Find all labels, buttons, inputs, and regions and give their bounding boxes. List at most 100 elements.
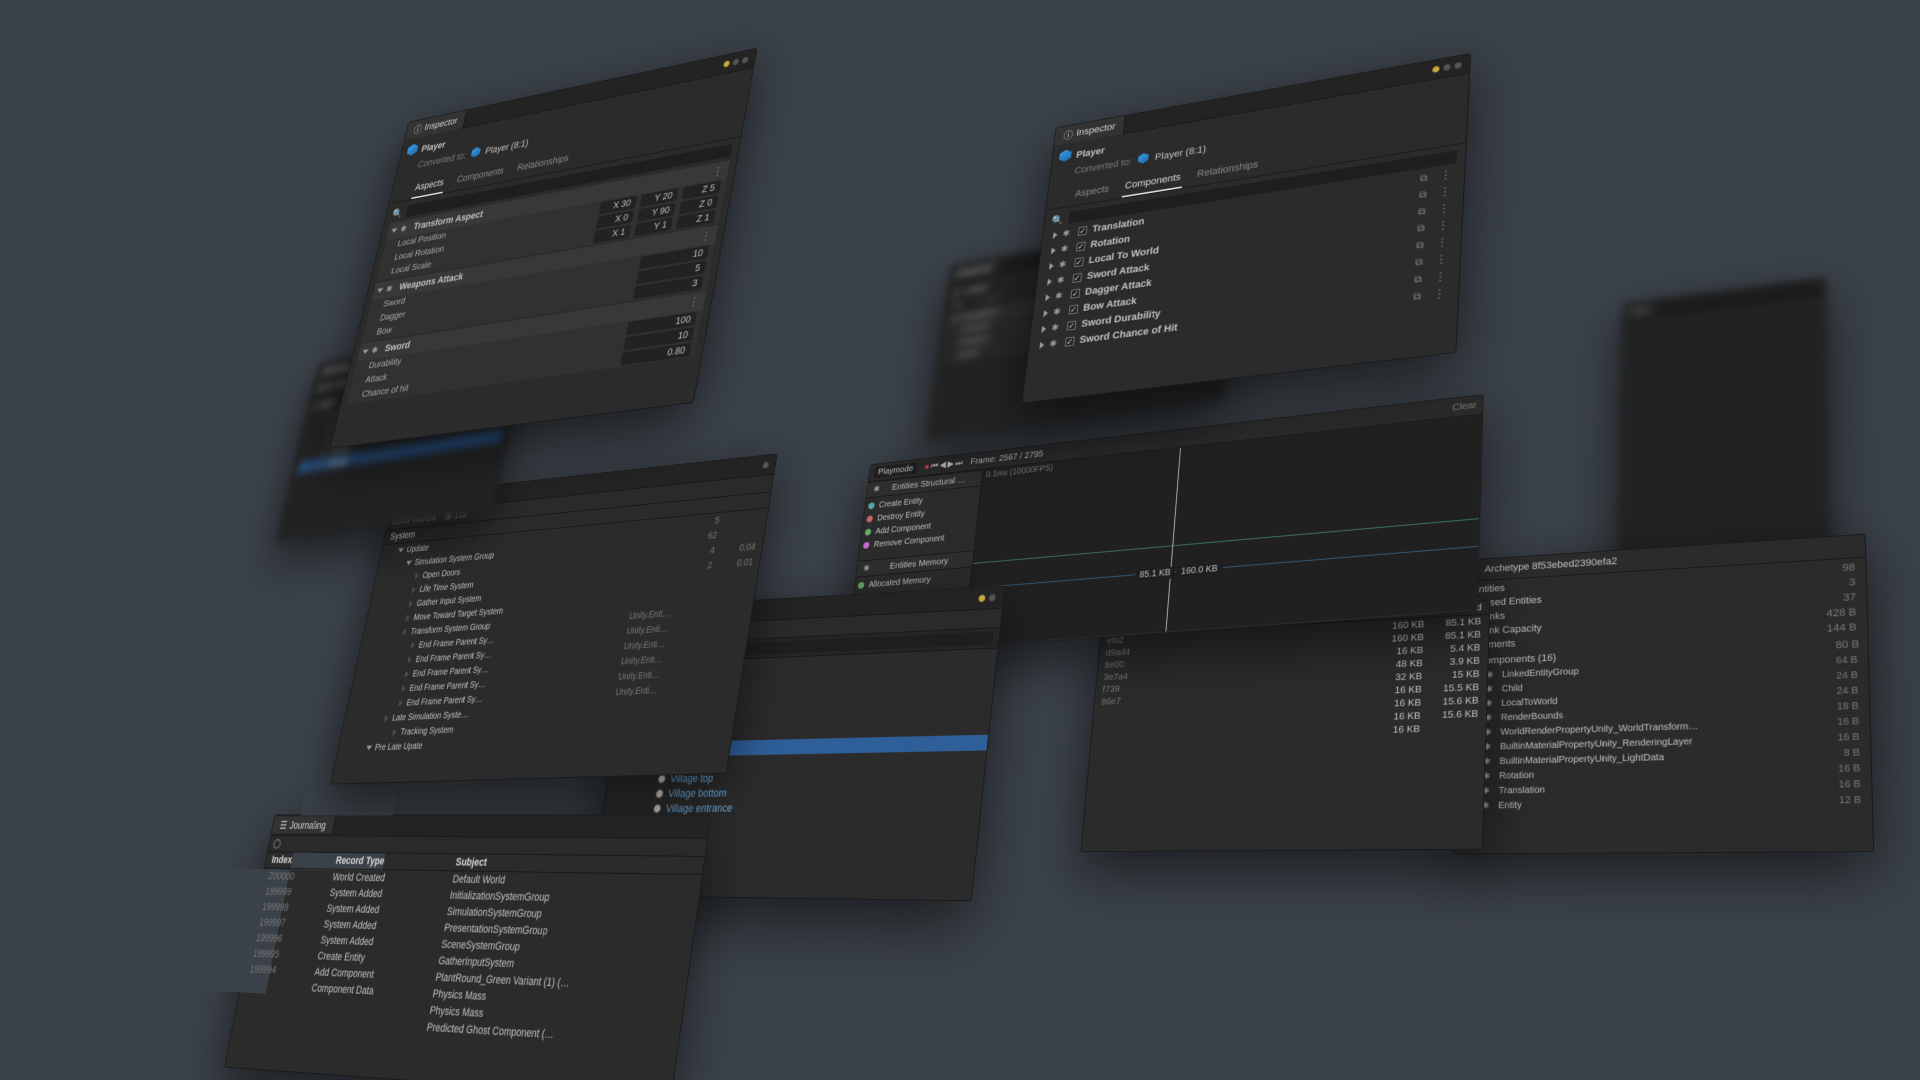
memory-row[interactable]: f73932 KB15 KB (1095, 667, 1487, 696)
foldout-icon[interactable] (408, 600, 413, 607)
search-icon[interactable]: 🔍 (1051, 213, 1064, 226)
journal-col-index[interactable]: Index (264, 852, 331, 869)
open-icon[interactable] (1419, 189, 1427, 201)
search-icon[interactable]: 🔍 (391, 207, 403, 220)
menu-icon[interactable] (700, 228, 713, 243)
foldout-icon[interactable] (391, 228, 398, 233)
menu-icon[interactable] (1434, 269, 1447, 284)
memory-row[interactable]: 8e0016 KB5.4 KB (1098, 641, 1489, 672)
menu-icon[interactable] (1435, 252, 1448, 267)
enable-checkbox[interactable] (1074, 257, 1084, 267)
info-icon: ⓘ (1063, 127, 1074, 142)
archetype-component-row[interactable]: RenderBounds18 B (1464, 698, 1869, 726)
prev-frame-icon[interactable]: ⏮ (930, 460, 939, 471)
menu-icon[interactable] (688, 294, 701, 309)
foldout-icon[interactable] (366, 745, 373, 750)
enable-checkbox[interactable] (1069, 305, 1079, 315)
journal-col-type[interactable]: Record Type (328, 853, 451, 871)
archetype-component-row[interactable]: Entity12 B (1461, 792, 1872, 814)
archetype-component-row[interactable]: LocalToWorld24 B (1465, 682, 1870, 711)
memory-row[interactable]: 16 KB15.6 KB (1092, 707, 1486, 733)
foldout-icon[interactable] (401, 685, 406, 692)
menu-icon[interactable] (1436, 235, 1449, 250)
next-frame-icon[interactable]: ⏭ (955, 457, 964, 469)
foldout-icon[interactable] (398, 548, 404, 553)
clear-button[interactable]: Clear (1452, 399, 1477, 413)
memory-row[interactable]: 86e716 KB15.5 KB (1094, 680, 1487, 708)
enable-checkbox[interactable] (1078, 226, 1088, 236)
step-back-icon[interactable]: ◀ (939, 460, 946, 471)
foldout-icon[interactable] (1039, 341, 1044, 349)
archetype-component-row[interactable]: LinkedEntityGroup64 B (1466, 652, 1869, 683)
foldout-icon[interactable] (410, 642, 415, 649)
memory-title: Entities Memory (889, 556, 949, 571)
inspector-tab[interactable]: ⓘ Inspector (405, 110, 468, 140)
enable-checkbox[interactable] (1065, 337, 1075, 347)
step-fwd-icon[interactable]: ▶ (947, 459, 954, 470)
foldout-icon[interactable] (362, 349, 369, 354)
menu-icon[interactable] (1437, 201, 1450, 216)
entity-dot-icon (657, 774, 666, 783)
menu-icon[interactable] (712, 164, 725, 179)
inspector-subtab-aspects[interactable]: Aspects (1072, 181, 1112, 206)
visible-count: 103 (453, 509, 467, 521)
open-icon[interactable] (1413, 290, 1421, 302)
puzzle-icon (385, 283, 396, 295)
enable-checkbox[interactable] (1067, 321, 1077, 331)
rec-icon[interactable]: ● (924, 462, 930, 472)
foldout-icon[interactable] (404, 671, 409, 678)
menu-icon[interactable] (1433, 286, 1446, 301)
memory-row[interactable]: 16 KB (1091, 720, 1486, 745)
open-icon[interactable] (1417, 222, 1425, 234)
open-icon[interactable] (1420, 172, 1428, 184)
foldout-icon[interactable] (1053, 231, 1058, 239)
foldout-icon[interactable] (1045, 294, 1050, 302)
foldout-icon[interactable] (377, 288, 384, 293)
foldout-icon[interactable] (1043, 310, 1048, 318)
foldout-icon[interactable] (392, 729, 397, 736)
inspector-subtab-components[interactable]: Components (1122, 169, 1183, 198)
menu-icon[interactable] (1438, 184, 1451, 199)
eye-icon[interactable] (443, 511, 454, 522)
foldout-icon[interactable] (405, 614, 410, 621)
bg-insp-name: Village (965, 283, 989, 296)
systems-tab[interactable]: ⚙Systems (390, 491, 446, 513)
foldout-icon[interactable] (414, 572, 419, 579)
enable-checkbox[interactable] (1076, 242, 1086, 252)
inspector-aspects-panel: ⓘ Inspector Player Converted to: Player … (330, 48, 758, 449)
foldout-icon[interactable] (1047, 278, 1052, 286)
memory-row[interactable]: 16 KB15.6 KB (1093, 694, 1486, 721)
inspector-subtab-aspects[interactable]: Aspects (411, 175, 447, 200)
open-icon[interactable] (1416, 239, 1424, 251)
foldout-icon[interactable] (1049, 262, 1054, 270)
memory-row[interactable]: 3e7a448 KB3.9 KB (1097, 654, 1488, 684)
open-icon[interactable] (1418, 205, 1426, 217)
foldout-icon[interactable] (398, 699, 403, 706)
menu-icon[interactable] (1439, 167, 1452, 182)
foldout-icon[interactable] (411, 586, 416, 593)
inspector-tab[interactable]: ⓘInspector (1054, 115, 1126, 146)
legend-dot-icon (863, 542, 870, 549)
record-icon[interactable] (273, 839, 282, 849)
enable-checkbox[interactable] (1072, 273, 1082, 283)
foldout-icon[interactable] (1051, 247, 1056, 255)
memory-row[interactable]: d9ad4160 KB85.1 KB (1099, 628, 1489, 660)
components-heading[interactable]: Components (16) (1478, 653, 1556, 667)
enable-checkbox[interactable] (1070, 289, 1080, 299)
foldout-icon[interactable] (1041, 325, 1046, 333)
open-icon[interactable] (1415, 256, 1423, 268)
journaling-tab[interactable]: ☰Journaling (271, 816, 335, 834)
foldout-icon[interactable] (406, 561, 412, 566)
playmode-label[interactable]: Playmode (874, 462, 918, 478)
open-icon[interactable] (1414, 273, 1422, 285)
archetype-component-row[interactable]: Child24 B (1465, 667, 1869, 697)
foldout-icon[interactable] (402, 628, 407, 635)
converted-label: Converted to: (1074, 156, 1133, 176)
archetype-component-row[interactable]: WorldRenderPropertyUnity_WorldTransform…… (1463, 713, 1869, 740)
puzzle-icon (1485, 684, 1496, 694)
menu-icon[interactable] (1437, 218, 1450, 233)
foldout-icon[interactable] (384, 715, 389, 722)
inspector-subtab-components[interactable]: Components (453, 163, 507, 191)
world-dropdown[interactable]: Editor World (391, 513, 432, 527)
foldout-icon[interactable] (407, 656, 412, 663)
